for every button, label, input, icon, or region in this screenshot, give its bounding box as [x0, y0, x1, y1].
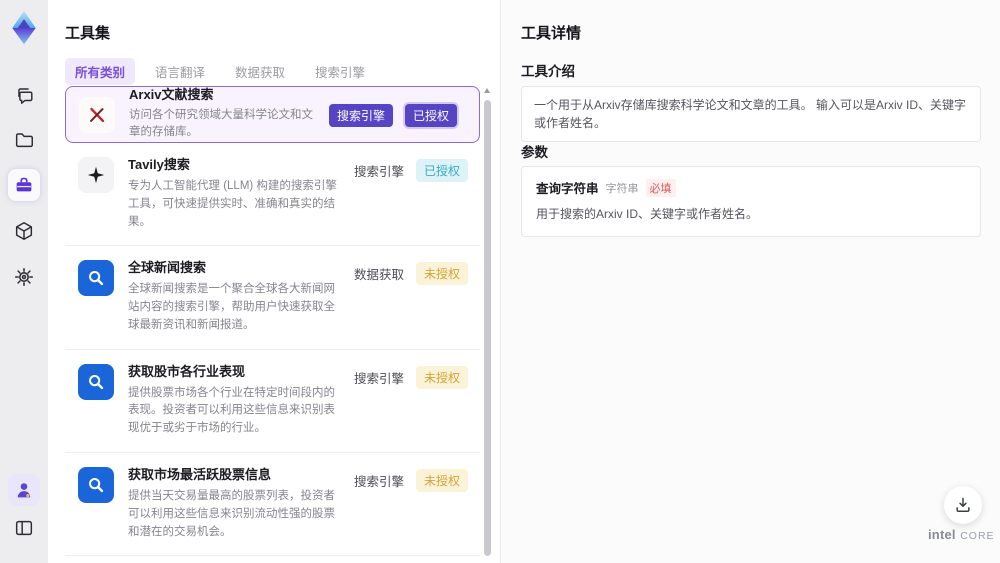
category-label: 数据获取	[353, 268, 404, 283]
nav-tools-button[interactable]	[8, 169, 40, 201]
intro-heading: 工具介绍	[521, 64, 575, 79]
page-title: 工具集	[65, 25, 111, 42]
status-badge: 未授权	[415, 468, 468, 492]
status-badge: 未授权	[415, 262, 468, 286]
intro-text-box: 一个用于从Arxiv存储库搜索科学论文和文章的工具。 输入可以是Arxiv ID…	[521, 86, 981, 142]
news-search-icon	[78, 363, 114, 400]
sparkle-star-icon	[78, 157, 114, 193]
scrollbar-thumb[interactable]	[484, 100, 491, 556]
panel-layout-icon	[15, 520, 33, 536]
news-search-icon	[78, 466, 114, 503]
param-name: 查询字符串	[536, 182, 599, 196]
tool-card-active-stocks[interactable]: 获取市场最活跃股票信息 提供当天交易量最高的股票列表，投资者可以利用这些信息来识…	[65, 452, 480, 557]
tool-title: 获取股市各行业表现	[128, 363, 246, 379]
nav-files-button[interactable]	[8, 124, 40, 156]
nav-settings-button[interactable]	[8, 261, 40, 293]
params-heading: 参数	[521, 145, 548, 160]
intel-brand-text: intel	[928, 527, 956, 542]
param-description: 用于搜索的Arxiv ID、关键字或作者姓名。	[536, 207, 759, 221]
param-type: 字符串	[605, 182, 639, 195]
status-badge: 未授权	[415, 365, 468, 389]
tool-card-sector-performance[interactable]: 获取股市各行业表现 提供股票市场各个行业在特定时间段内的表现。投资者可以利用这些…	[65, 349, 480, 453]
param-required-badge: 必填	[645, 178, 676, 197]
tool-title: Tavily搜索	[128, 157, 190, 172]
category-label: 搜索引擎	[353, 371, 404, 386]
category-label: 搜索引擎	[353, 165, 404, 179]
app-window: 工具集 所有类别 语言翻译 数据获取 搜索引擎 Arxiv文献搜索 访问各个研究…	[0, 0, 1000, 563]
user-avatar-button[interactable]	[8, 474, 40, 506]
tool-list-panel: 工具集 所有类别 语言翻译 数据获取 搜索引擎 Arxiv文献搜索 访问各个研究…	[48, 0, 500, 563]
tool-card-global-news[interactable]: 全球新闻搜索 全球新闻搜索是一个聚合全球各大新闻网站内容的搜索引擎，帮助用户快速…	[65, 246, 480, 350]
nav-chat-button[interactable]	[8, 79, 40, 111]
category-label: 搜索引擎	[353, 474, 404, 489]
tool-title: Arxiv文献搜索	[129, 86, 214, 102]
tool-description: 提供当天交易量最高的股票列表，投资者可以利用这些信息来识别流动性强的股票和潜在的…	[128, 489, 335, 538]
tool-description: 全球新闻搜索是一个聚合全球各大新闻网站内容的搜索引擎，帮助用户快速获取全球最新资…	[128, 283, 335, 331]
category-tabs: 所有类别 语言翻译 数据获取 搜索引擎	[65, 58, 375, 85]
tool-description: 提供股票市场各个行业在特定时间段内的表现。投资者可以利用这些信息来识别表现优于或…	[128, 386, 335, 435]
person-icon	[17, 483, 31, 498]
param-card: 查询字符串 字符串 必填 用于搜索的Arxiv ID、关键字或作者姓名。	[521, 166, 981, 237]
sidebar	[0, 0, 48, 563]
download-icon	[956, 497, 970, 512]
tool-list: Arxiv文献搜索 访问各个研究领域大量科学论文和文章的存储库。 搜索引擎 已授…	[65, 86, 480, 563]
intel-product-text: CORE	[960, 530, 995, 542]
tab-search-engine[interactable]: 搜索引擎	[305, 58, 375, 85]
gear-icon	[14, 267, 34, 287]
tool-card-tavily[interactable]: Tavily搜索 专为人工智能代理 (LLM) 构建的搜索引擎工具，可快速提供实…	[65, 143, 480, 247]
tool-detail-panel: 工具详情 工具介绍 一个用于从Arxiv存储库搜索科学论文和文章的工具。 输入可…	[500, 0, 1000, 563]
briefcase-icon	[16, 177, 32, 192]
tab-data-fetch[interactable]: 数据获取	[225, 58, 295, 85]
status-badge: 已授权	[404, 104, 457, 127]
nav-packages-button[interactable]	[8, 215, 40, 247]
tool-card-arxiv[interactable]: Arxiv文献搜索 访问各个研究领域大量科学论文和文章的存储库。 搜索引擎 已授…	[65, 86, 480, 143]
tool-description: 访问各个研究领域大量科学论文和文章的存储库。	[129, 108, 313, 139]
chat-icon	[18, 88, 33, 104]
intel-core-logo: intel CORE	[928, 526, 994, 544]
tab-language-translation[interactable]: 语言翻译	[145, 58, 215, 85]
detail-title: 工具详情	[521, 25, 582, 42]
tool-title: 全球新闻搜索	[128, 260, 207, 276]
scrollbar-up-arrow[interactable]	[484, 88, 490, 93]
cube-icon	[15, 222, 33, 240]
status-badge: 已授权	[415, 159, 468, 182]
app-logo	[12, 10, 36, 45]
folder-icon	[15, 133, 33, 148]
tab-all-categories[interactable]: 所有类别	[65, 58, 136, 85]
news-search-icon	[78, 260, 114, 297]
download-button[interactable]	[944, 486, 982, 524]
arxiv-logo-icon	[79, 96, 115, 133]
list-scrollbar	[484, 88, 491, 560]
tool-card-regional-news[interactable]: 万维地区新闻查询 查询具体行政区划内的新闻，快速了解各地新闻动 搜索引擎 未授权	[65, 556, 480, 563]
tool-description: 专为人工智能代理 (LLM) 构建的搜索引擎工具，可快速提供实时、准确和真实的结…	[128, 179, 337, 228]
category-badge: 搜索引擎	[328, 104, 393, 127]
tool-title: 获取市场最活跃股票信息	[128, 466, 272, 482]
collapse-panel-button[interactable]	[8, 512, 40, 544]
